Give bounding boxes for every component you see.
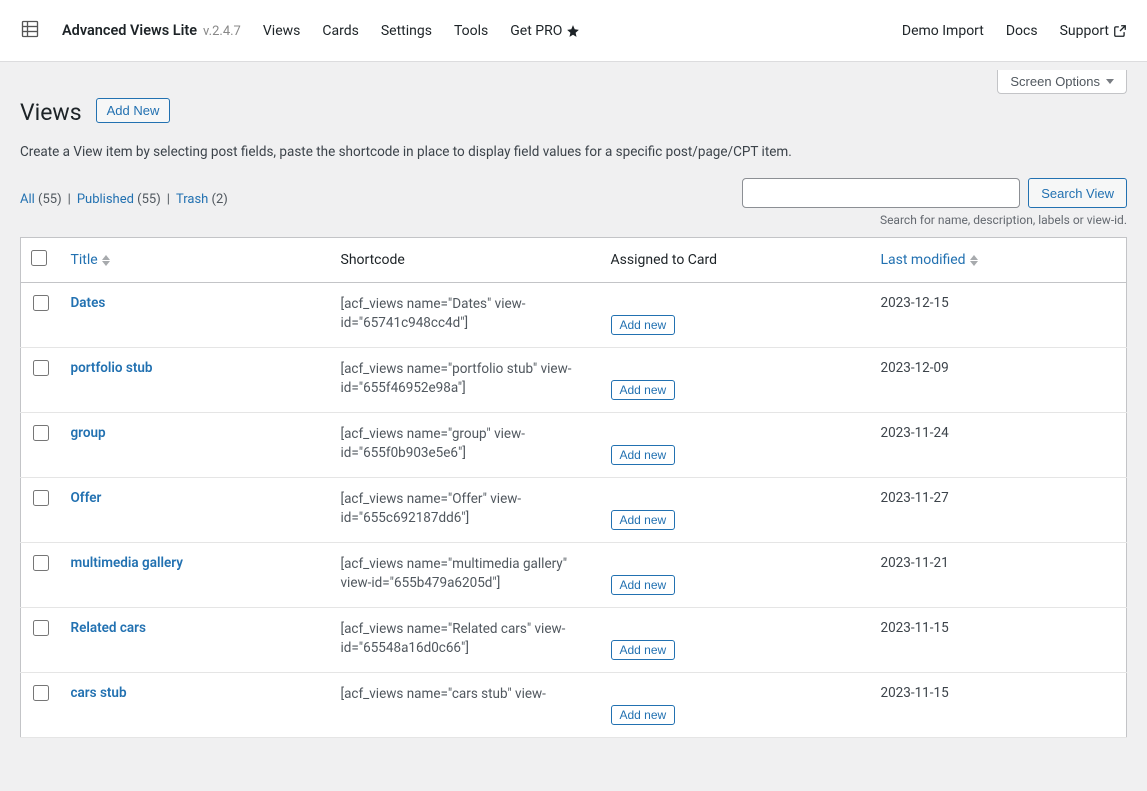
filter-all[interactable]: All [20, 192, 35, 207]
row-add-new-card-button[interactable]: Add new [611, 640, 676, 660]
filter-trash-count: (2) [212, 192, 228, 207]
row-shortcode: [acf_views name="Offer" view-id="655c692… [341, 490, 581, 528]
search-button[interactable]: Search View [1028, 178, 1127, 208]
row-title-link[interactable]: Offer [71, 490, 102, 506]
screen-options-label: Screen Options [1010, 74, 1100, 89]
row-checkbox[interactable] [33, 425, 49, 441]
row-shortcode: [acf_views name="group" view-id="655f0b9… [341, 425, 581, 463]
row-shortcode: [acf_views name="portfolio stub" view-id… [341, 360, 581, 398]
table-row: cars stub [acf_views name="cars stub" vie… [21, 673, 1127, 738]
table-row: group [acf_views name="group" view-id="65… [21, 413, 1127, 478]
nav-cards[interactable]: Cards [322, 23, 358, 39]
row-modified: 2023-12-15 [871, 283, 1127, 348]
select-all-checkbox[interactable] [31, 250, 47, 266]
row-modified: 2023-11-15 [871, 608, 1127, 673]
search-hint: Search for name, description, labels or … [742, 213, 1127, 227]
row-checkbox[interactable] [33, 555, 49, 571]
table-row: Offer [acf_views name="Offer" view-id="65… [21, 478, 1127, 543]
row-add-new-card-button[interactable]: Add new [611, 705, 676, 725]
page-description: Create a View item by selecting post fie… [20, 144, 1127, 160]
row-add-new-card-button[interactable]: Add new [611, 445, 676, 465]
filter-published[interactable]: Published [77, 192, 134, 207]
row-title-link[interactable]: portfolio stub [71, 360, 153, 376]
row-add-new-card-button[interactable]: Add new [611, 315, 676, 335]
app-logo-icon [20, 19, 40, 43]
table-row: Related cars [acf_views name="Related car… [21, 608, 1127, 673]
nav-tools[interactable]: Tools [454, 23, 488, 39]
caret-down-icon [1106, 79, 1114, 84]
col-shortcode: Shortcode [331, 238, 601, 283]
col-modified-label: Last modified [881, 252, 966, 268]
sort-arrows-icon [970, 255, 978, 266]
star-icon [566, 24, 580, 38]
views-table: Title Shortcode Assigned to Card Last mo… [20, 237, 1127, 738]
filter-all-count: (55) [38, 192, 62, 207]
filter-trash[interactable]: Trash [176, 192, 208, 207]
row-title-link[interactable]: group [71, 425, 106, 441]
nav-views[interactable]: Views [263, 23, 301, 39]
table-row: Dates [acf_views name="Dates" view-id="65… [21, 283, 1127, 348]
row-checkbox[interactable] [33, 685, 49, 701]
app-title: Advanced Views Lite v.2.4.7 [62, 22, 241, 39]
search-input[interactable] [742, 178, 1020, 208]
row-checkbox[interactable] [33, 360, 49, 376]
screen-options-button[interactable]: Screen Options [997, 70, 1127, 94]
row-add-new-card-button[interactable]: Add new [611, 575, 676, 595]
row-add-new-card-button[interactable]: Add new [611, 510, 676, 530]
row-shortcode: [acf_views name="Dates" view-id="65741c9… [341, 295, 581, 333]
support-label: Support [1060, 23, 1109, 39]
row-title-link[interactable]: Related cars [71, 620, 146, 636]
col-assigned: Assigned to Card [601, 238, 871, 283]
nav-demo-import[interactable]: Demo Import [902, 23, 984, 39]
filter-published-count: (55) [137, 192, 161, 207]
status-filters: All (55) | Published (55) | Trash (2) [20, 178, 228, 207]
row-modified: 2023-12-09 [871, 348, 1127, 413]
row-shortcode: [acf_views name="Related cars" view-id="… [341, 620, 581, 658]
row-title-link[interactable]: cars stub [71, 685, 127, 701]
external-link-icon [1113, 24, 1127, 38]
row-shortcode: [acf_views name="multimedia gallery" vie… [341, 555, 581, 593]
row-shortcode: [acf_views name="cars stub" view- [341, 685, 581, 704]
row-modified: 2023-11-24 [871, 413, 1127, 478]
row-add-new-card-button[interactable]: Add new [611, 380, 676, 400]
row-title-link[interactable]: multimedia gallery [71, 555, 183, 571]
add-new-button[interactable]: Add New [96, 98, 171, 123]
app-version: v.2.4.7 [203, 24, 241, 39]
table-row: portfolio stub [acf_views name="portfolio… [21, 348, 1127, 413]
table-row: multimedia gallery [acf_views name="multi… [21, 543, 1127, 608]
app-name-text: Advanced Views Lite [62, 22, 197, 39]
col-title-sort[interactable]: Title [71, 252, 110, 268]
nav-settings[interactable]: Settings [381, 23, 432, 39]
col-modified-sort[interactable]: Last modified [881, 252, 978, 268]
nav-support[interactable]: Support [1060, 23, 1127, 39]
row-title-link[interactable]: Dates [71, 295, 106, 311]
nav-get-pro[interactable]: Get PRO [510, 23, 580, 39]
col-title-label: Title [71, 252, 98, 268]
top-toolbar: Advanced Views Lite v.2.4.7 Views Cards … [0, 0, 1147, 62]
get-pro-label: Get PRO [510, 23, 562, 39]
row-modified: 2023-11-21 [871, 543, 1127, 608]
page-title: Views [20, 90, 82, 130]
sort-arrows-icon [102, 255, 110, 266]
nav-docs[interactable]: Docs [1006, 23, 1038, 39]
row-modified: 2023-11-15 [871, 673, 1127, 738]
row-checkbox[interactable] [33, 490, 49, 506]
row-modified: 2023-11-27 [871, 478, 1127, 543]
row-checkbox[interactable] [33, 295, 49, 311]
row-checkbox[interactable] [33, 620, 49, 636]
